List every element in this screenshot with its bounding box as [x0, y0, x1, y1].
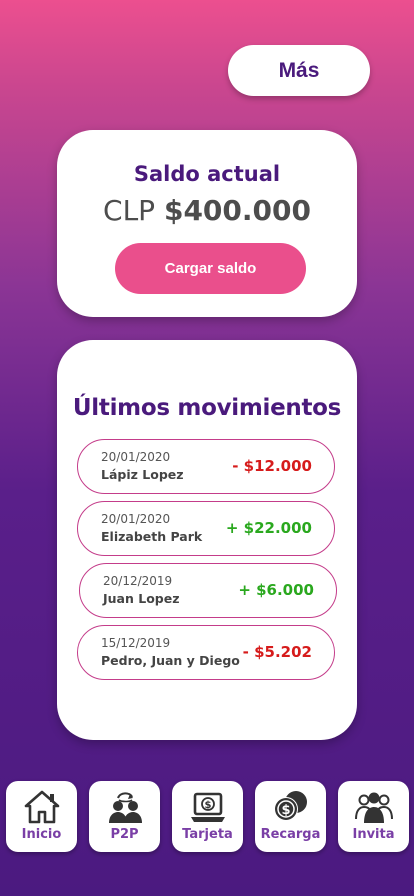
svg-text:$: $	[281, 803, 290, 818]
balance-title: Saldo actual	[133, 162, 281, 186]
movement-row[interactable]: 20/01/2020 Lápiz Lopez - $12.000	[77, 439, 335, 494]
nav-item-label: Inicio	[21, 827, 62, 842]
movement-row[interactable]: 20/12/2019 Juan Lopez + $6.000	[79, 563, 337, 618]
nav-item-label: Recarga	[260, 827, 321, 842]
nav-item-invita[interactable]: Invita	[338, 781, 409, 852]
svg-text:$: $	[204, 800, 211, 811]
nav-item-label: Tarjeta	[182, 827, 233, 842]
movement-row[interactable]: 20/01/2020 Elizabeth Park + $22.000	[77, 501, 335, 556]
balance-currency: CLP	[103, 194, 156, 227]
movement-date: 20/12/2019	[103, 574, 173, 588]
bottom-nav: Inicio P2P $ Tarjeta $ Recarga Invita	[0, 781, 414, 853]
nav-item-p2p[interactable]: P2P	[89, 781, 160, 852]
balance-value: $400.000	[163, 194, 311, 227]
balance-card: Saldo actual CLP $400.000 Cargar saldo	[57, 130, 357, 317]
more-button[interactable]: Más	[228, 45, 370, 96]
coins-icon: $	[273, 791, 307, 821]
movement-date: 20/01/2020	[101, 512, 171, 526]
movements-title: Últimos movimientos	[72, 395, 342, 421]
people-exchange-icon	[108, 792, 142, 823]
movement-amount: + $22.000	[225, 519, 312, 537]
nav-item-tarjeta[interactable]: $ Tarjeta	[172, 781, 243, 852]
movement-date: 15/12/2019	[101, 636, 171, 650]
movement-amount: + $6.000	[238, 581, 314, 599]
movement-name: Elizabeth Park	[101, 529, 203, 544]
balance-amount: CLP $400.000	[57, 194, 357, 227]
movement-date: 20/01/2020	[101, 450, 171, 464]
home-icon	[24, 790, 59, 824]
movement-amount: - $12.000	[232, 457, 312, 475]
laptop-dollar-icon: $	[190, 792, 225, 822]
movements-card: Últimos movimientos 20/01/2020 Lápiz Lop…	[57, 340, 357, 740]
group-icon	[354, 792, 393, 823]
nav-item-label: P2P	[110, 827, 139, 842]
movement-name: Pedro, Juan y Diego	[101, 653, 240, 668]
movement-name: Lápiz Lopez	[101, 467, 184, 482]
movement-name: Juan Lopez	[103, 591, 180, 606]
nav-item-recarga[interactable]: $ Recarga	[255, 781, 326, 852]
movement-row[interactable]: 15/12/2019 Pedro, Juan y Diego - $5.202	[77, 625, 335, 680]
load-balance-button[interactable]: Cargar saldo	[115, 243, 306, 294]
nav-item-inicio[interactable]: Inicio	[6, 781, 77, 852]
nav-item-label: Invita	[352, 827, 395, 842]
movement-amount: - $5.202	[242, 643, 312, 661]
